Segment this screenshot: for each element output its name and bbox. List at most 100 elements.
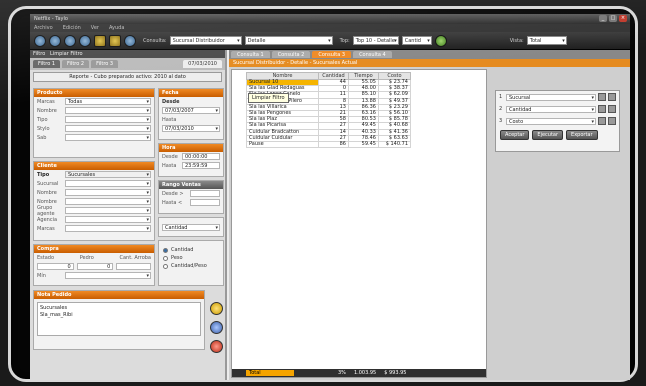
exportar-button[interactable]: Exportar xyxy=(566,130,598,140)
cliente-nombre-select[interactable] xyxy=(65,189,151,196)
date-field[interactable]: 07/03/2010 xyxy=(183,60,222,68)
save-icon[interactable] xyxy=(109,34,121,47)
marcas-select[interactable]: Todas xyxy=(65,98,151,105)
modo-label: Cantidad xyxy=(171,247,194,253)
menu-ver[interactable]: Ver xyxy=(91,25,99,31)
hora-title: Hora xyxy=(159,144,223,152)
maximize-icon[interactable]: □ xyxy=(609,15,617,22)
results-grid: Nombre Cantidad Tiempo Costo Sucursal 10… xyxy=(231,69,487,378)
tab-consulta-1[interactable]: Consulta 1 xyxy=(231,51,270,58)
compra-arroba-input[interactable] xyxy=(116,263,152,270)
window-controls: _ □ × xyxy=(599,15,627,22)
sort-index: 1 xyxy=(499,94,503,100)
tab-consulta-3[interactable]: Consulta 3 xyxy=(312,51,352,58)
sort-index: 2 xyxy=(499,106,503,112)
tipo-select[interactable] xyxy=(65,116,151,123)
fecha-hasta-input[interactable]: 07/03/2010 xyxy=(162,125,220,132)
top-select[interactable]: Top 10 - Detalle xyxy=(352,36,399,45)
note-line: Sla_mas_Ribi xyxy=(40,312,73,318)
fecha-desde-label: Desde xyxy=(162,98,180,105)
modo-option-peso[interactable]: Peso xyxy=(159,254,223,262)
fecha-hasta-label: Hasta xyxy=(162,116,177,123)
sort-desc-icon[interactable] xyxy=(608,105,616,113)
home-icon[interactable] xyxy=(79,34,91,47)
hora-hasta-input[interactable]: 23:59:59 xyxy=(182,162,220,169)
orden-panel: Cantidad xyxy=(158,217,224,237)
arrow-right-icon[interactable] xyxy=(210,321,223,334)
compra-col-estado: Estado xyxy=(37,254,55,261)
hora-desde-input[interactable]: 00:00:00 xyxy=(182,153,220,160)
notas-textarea[interactable]: Sucursales Sla_mas_Ribi xyxy=(37,302,201,336)
rango-panel: Rango Ventas Desde > Hasta < xyxy=(158,180,224,214)
minimize-icon[interactable]: _ xyxy=(599,15,607,22)
nombre-select[interactable] xyxy=(65,107,151,114)
results-table: Nombre Cantidad Tiempo Costo Sucursal 10… xyxy=(246,72,411,149)
close-icon[interactable]: × xyxy=(619,15,627,22)
agencia-select[interactable] xyxy=(65,216,151,223)
settings-icon[interactable] xyxy=(124,34,136,47)
orden-select[interactable]: Cantidad xyxy=(162,224,220,231)
aceptar-button[interactable]: Aceptar xyxy=(500,130,530,140)
rango-hasta-input[interactable] xyxy=(190,199,220,206)
rango-desde-input[interactable] xyxy=(190,190,220,197)
grupo-agente-select[interactable] xyxy=(65,207,151,214)
radio-icon xyxy=(163,263,168,269)
sort-field-2[interactable]: Cantidad xyxy=(506,105,596,113)
cliente-nombre2-select[interactable] xyxy=(65,198,151,205)
compra-min-select[interactable] xyxy=(65,272,151,279)
star-icon[interactable] xyxy=(210,302,223,315)
radio-selected-icon xyxy=(163,247,168,253)
view-select[interactable]: Total xyxy=(526,36,567,45)
radio-icon xyxy=(163,255,168,261)
filter-panel: Filtro Limpiar Filtro Filtro 1 Filtro 2 … xyxy=(30,50,227,380)
menu-edicion[interactable]: Edición xyxy=(63,25,81,31)
modo-option-cantidad-peso[interactable]: Cantidad/Peso xyxy=(159,262,223,270)
back-icon[interactable] xyxy=(34,34,46,47)
sort-asc-icon[interactable] xyxy=(598,93,606,101)
refresh-icon[interactable] xyxy=(64,34,76,47)
rango-title: Rango Ventas xyxy=(159,181,223,189)
tab-filtro-3[interactable]: Filtro 3 xyxy=(91,60,119,68)
clear-filter-link[interactable]: Limpiar Filtro xyxy=(50,51,83,57)
compra-pedro-input[interactable]: 0 xyxy=(76,263,114,270)
stylo-select[interactable] xyxy=(65,125,151,132)
menu-ayuda[interactable]: Ayuda xyxy=(109,25,124,31)
nombre-label: Nombre xyxy=(37,107,57,114)
fecha-desde-input[interactable]: 07/03/2007 xyxy=(162,107,220,114)
sort-field-1[interactable]: Sucursal xyxy=(506,93,596,101)
forward-icon[interactable] xyxy=(49,34,61,47)
tab-consulta-2[interactable]: Consulta 2 xyxy=(271,51,311,58)
results-area: Consulta 1 Consulta 2 Consulta 3 Consult… xyxy=(229,50,630,380)
sort-field-3[interactable]: Costo xyxy=(506,117,596,125)
detail-select[interactable]: Detalle xyxy=(244,36,333,45)
consulta-select[interactable]: Sucursal Distribuidor xyxy=(169,36,242,45)
sort-desc-icon[interactable] xyxy=(608,93,616,101)
sab-select[interactable] xyxy=(65,134,151,141)
tab-filtro-1[interactable]: Filtro 1 xyxy=(33,60,61,68)
producto-panel: Producto Marcas Todas Nombre Tipo Stylo S… xyxy=(33,88,155,158)
sort-select[interactable]: Cantid xyxy=(401,36,432,45)
cell-cantidad: 86 xyxy=(318,140,349,149)
cliente-row-label: Agencia xyxy=(37,216,58,223)
delete-icon[interactable] xyxy=(210,340,223,353)
sort-desc-icon[interactable] xyxy=(608,117,616,125)
modo-option-cantidad[interactable]: Cantidad xyxy=(159,246,223,254)
filter-tabs: Filtro 1 Filtro 2 Filtro 3 07/03/2010 xyxy=(30,58,225,70)
compra-estado-input[interactable]: 0 xyxy=(37,263,74,270)
ejecutar-button[interactable]: Ejecutar xyxy=(532,130,564,140)
tab-filtro-2[interactable]: Filtro 2 xyxy=(62,60,90,68)
sort-asc-icon[interactable] xyxy=(598,117,606,125)
table-row[interactable]: Pause 86 59.45 $ 140.71 xyxy=(246,140,411,149)
sort-buttons: Aceptar Ejecutar Exportar xyxy=(496,127,619,143)
rango-hasta-label: Hasta < xyxy=(162,199,183,206)
sort-asc-icon[interactable] xyxy=(598,105,606,113)
cliente-tipo-select[interactable]: Sucursales xyxy=(65,171,151,178)
sucursal-select[interactable] xyxy=(65,180,151,187)
run-icon[interactable] xyxy=(434,34,447,47)
cliente-marcas-select[interactable] xyxy=(65,225,151,232)
tab-consulta-4[interactable]: Consulta 4 xyxy=(353,51,392,58)
menu-archivo[interactable]: Archivo xyxy=(34,25,53,31)
folder-icon[interactable] xyxy=(94,34,106,47)
sort-index: 3 xyxy=(499,118,503,124)
cliente-row-label: Grupo agente xyxy=(37,204,55,217)
